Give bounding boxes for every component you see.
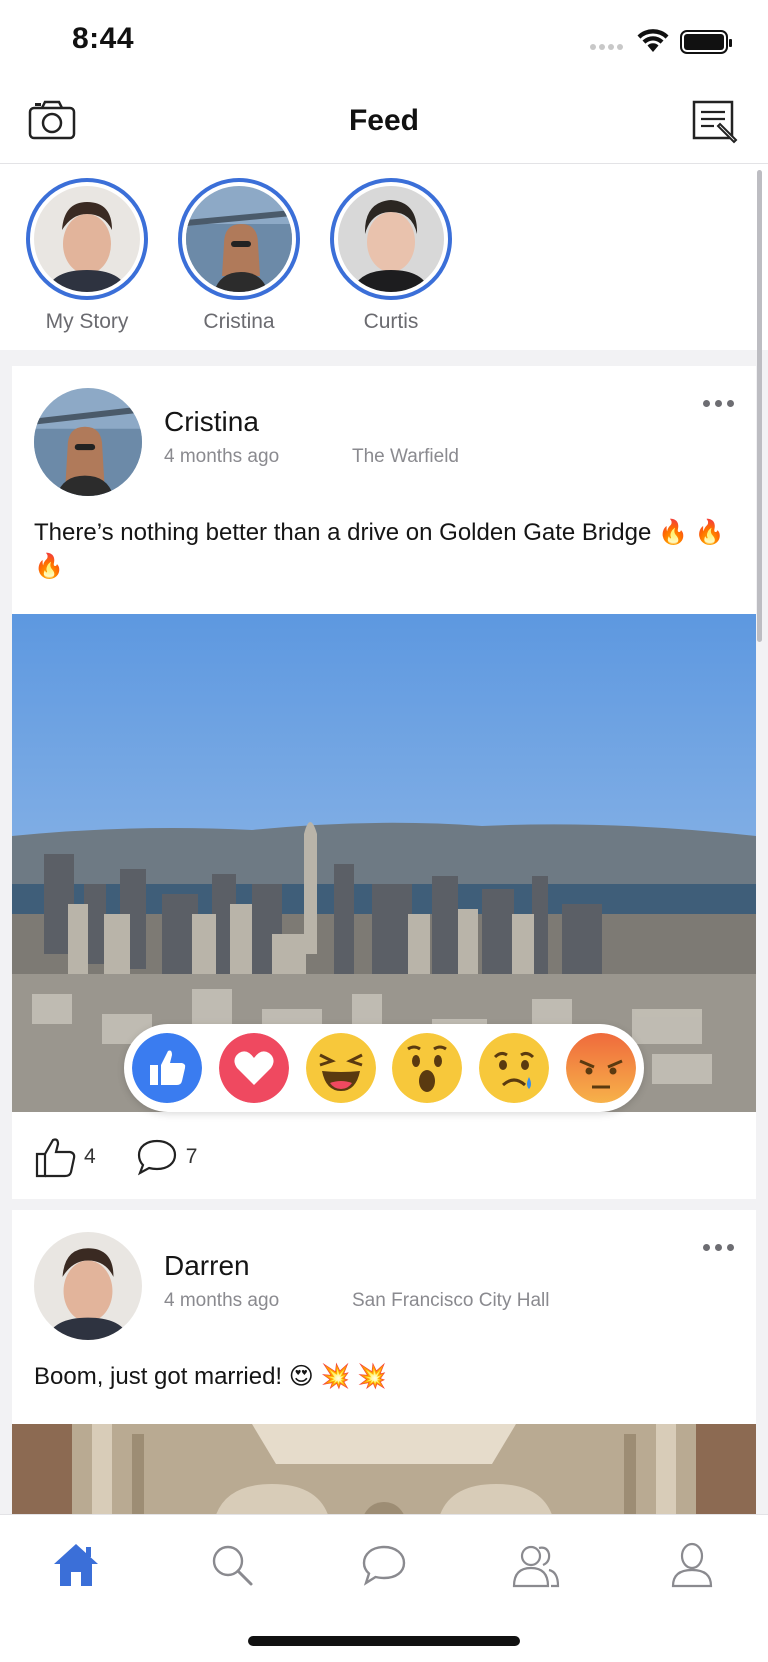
post-actions: 4 7: [34, 1136, 237, 1178]
tab-home[interactable]: [48, 1537, 104, 1593]
sad-reaction-icon[interactable]: [479, 1033, 550, 1103]
love-reaction-icon[interactable]: [218, 1033, 289, 1103]
post-card: Cristina 4 months ago The Warfield There…: [12, 366, 756, 1199]
comment-count: 7: [185, 1145, 198, 1168]
more-options-button[interactable]: [699, 396, 738, 411]
profile-icon: [671, 1542, 713, 1588]
post-image[interactable]: [12, 1424, 756, 1514]
status-bar: 8:44: [0, 0, 768, 86]
thumbs-up-icon: [35, 1138, 76, 1178]
friends-icon: [512, 1545, 560, 1588]
post-text: Boom, just got married! 😍 💥 💥: [34, 1363, 387, 1390]
haha-reaction-icon[interactable]: [305, 1033, 376, 1103]
more-icon: [703, 1244, 710, 1251]
home-indicator[interactable]: [248, 1636, 520, 1646]
avatar: [186, 186, 292, 292]
angry-reaction-icon[interactable]: [565, 1033, 636, 1103]
comment-button[interactable]: 7: [136, 1137, 198, 1177]
stories-row: My Story Cristina Curtis: [0, 164, 768, 350]
post-location[interactable]: San Francisco City Hall: [352, 1290, 549, 1312]
status-time: 8:44: [72, 22, 135, 55]
chat-bubble-icon: [362, 1545, 406, 1586]
scrollbar[interactable]: [757, 170, 762, 642]
story-curtis[interactable]: Curtis: [330, 178, 452, 350]
compose-button[interactable]: [692, 100, 738, 146]
post-time: 4 months ago: [164, 446, 280, 467]
reactions-picker: [124, 1024, 644, 1112]
wow-reaction-icon[interactable]: [392, 1033, 463, 1103]
tab-friends[interactable]: [508, 1537, 564, 1593]
compose-icon: [692, 100, 738, 144]
story-label: Curtis: [363, 310, 419, 333]
wifi-icon: [637, 29, 669, 52]
story-cristina[interactable]: Cristina: [178, 178, 300, 350]
post-card: Darren 4 months ago San Francisco City H…: [12, 1210, 756, 1514]
tab-profile[interactable]: [664, 1537, 720, 1593]
battery-icon: [680, 30, 732, 54]
post-author[interactable]: Darren: [164, 1250, 250, 1282]
page-title: Feed: [348, 104, 420, 137]
story-label: My Story: [45, 310, 129, 333]
like-count: 4: [84, 1145, 96, 1168]
like-reaction-icon[interactable]: [132, 1033, 202, 1103]
feed-scroll[interactable]: My Story Cristina Curtis Cristina 4 mont…: [0, 164, 768, 1514]
story-label: Cristina: [203, 310, 275, 333]
home-icon: [54, 1544, 98, 1586]
comment-icon: [137, 1139, 176, 1176]
search-icon: [212, 1545, 253, 1586]
tab-search[interactable]: [204, 1537, 260, 1593]
nav-bar: Feed: [0, 86, 768, 164]
like-button[interactable]: 4: [34, 1136, 96, 1178]
post-text: There’s nothing better than a drive on G…: [34, 519, 725, 580]
tab-messages[interactable]: [356, 1537, 412, 1593]
post-location[interactable]: The Warfield: [352, 446, 459, 468]
tab-bar: [0, 1514, 768, 1662]
avatar: [338, 186, 444, 292]
avatar[interactable]: [34, 388, 142, 496]
post-author[interactable]: Cristina: [164, 406, 259, 438]
story-my-story[interactable]: My Story: [26, 178, 148, 350]
post-time: 4 months ago: [164, 1290, 280, 1311]
more-icon: [703, 400, 710, 407]
more-options-button[interactable]: [699, 1240, 738, 1255]
avatar: [34, 186, 140, 292]
signal-icon: [590, 44, 623, 50]
avatar[interactable]: [34, 1232, 142, 1340]
